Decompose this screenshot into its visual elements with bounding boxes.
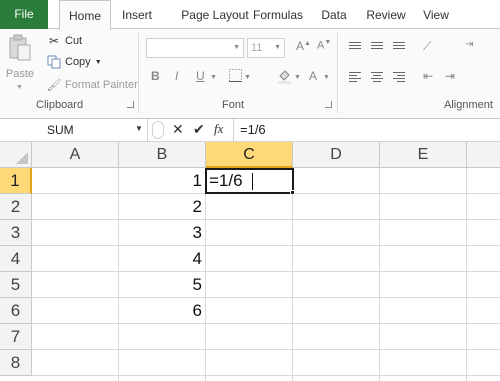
copy-label: Copy	[65, 56, 91, 68]
font-family-select[interactable]: ▼	[146, 38, 244, 58]
wrap-text-icon[interactable]: ⇥	[465, 39, 473, 50]
gridline	[32, 375, 500, 376]
increase-font-icon[interactable]: A▲	[296, 39, 311, 53]
cancel-icon[interactable]: ✕	[172, 121, 184, 138]
chevron-down-icon: ▼	[233, 44, 240, 51]
tab-formulas[interactable]: Formulas	[248, 0, 308, 29]
tab-view[interactable]: View	[418, 0, 454, 29]
decrease-font-icon[interactable]: A▼	[317, 39, 331, 52]
fill-color-icon[interactable]	[277, 69, 292, 87]
orientation-icon[interactable]: ⟋	[423, 39, 431, 54]
gridline	[32, 271, 500, 272]
column-header-e[interactable]: E	[380, 142, 467, 168]
insert-function-icon[interactable]: fx	[214, 121, 223, 137]
ribbon-tab-bar: File Home Insert Page Layout Formulas Da…	[0, 0, 500, 30]
chevron-down-icon[interactable]: ▼	[323, 74, 330, 81]
font-color-icon[interactable]: A	[309, 69, 317, 83]
paste-icon	[9, 34, 31, 61]
row-header-3[interactable]: 3	[0, 220, 32, 246]
row-header-7[interactable]: 7	[0, 324, 32, 350]
paintbrush-icon: 🖌	[46, 78, 62, 92]
fill-handle[interactable]	[290, 190, 295, 195]
column-header-b[interactable]: B	[119, 142, 206, 168]
column-header-d[interactable]: D	[293, 142, 380, 168]
column-header-f[interactable]	[467, 142, 500, 168]
text-cursor	[252, 173, 253, 190]
worksheet-grid[interactable]: A B C D E 1 2 3 4 5 6 7 8 1 2 3 4 5 6 =1…	[0, 142, 500, 381]
decrease-indent-icon[interactable]: ⇤	[423, 69, 433, 83]
paste-label: Paste	[5, 68, 35, 80]
row-header-1[interactable]: 1	[0, 168, 32, 194]
gridline	[32, 349, 500, 350]
alignment-group-label: Alignment	[444, 99, 493, 111]
name-box-value: SUM	[47, 123, 74, 137]
chevron-down-icon[interactable]: ▼	[210, 74, 217, 81]
name-box[interactable]: SUM ▼	[0, 119, 148, 141]
scissors-icon: ✂	[48, 34, 60, 48]
tab-insert[interactable]: Insert	[115, 0, 159, 29]
cell-b4[interactable]: 4	[119, 246, 206, 272]
cut-label: Cut	[65, 35, 83, 47]
formula-bar: SUM ▼ ✕ ✔ fx =1/6	[0, 119, 500, 142]
clipboard-dialog-launcher[interactable]	[127, 101, 134, 108]
borders-icon[interactable]	[229, 69, 242, 85]
cell-b5[interactable]: 5	[119, 272, 206, 298]
format-painter-label: Format Painter	[65, 79, 138, 91]
chevron-down-icon: ▼	[274, 44, 281, 51]
gridline	[32, 245, 500, 246]
clipboard-group-label: Clipboard	[36, 99, 84, 111]
bold-icon[interactable]: B	[151, 69, 160, 83]
row-header-2[interactable]: 2	[0, 194, 32, 220]
active-cell-text: =1/6	[209, 171, 243, 190]
font-dialog-launcher[interactable]	[325, 101, 332, 108]
tab-review[interactable]: Review	[362, 0, 410, 29]
select-all-button[interactable]	[0, 142, 32, 168]
increase-indent-icon[interactable]: ⇥	[445, 69, 455, 83]
italic-icon[interactable]: I	[175, 69, 178, 83]
gridline	[32, 323, 500, 324]
chevron-down-icon: ▼	[16, 84, 23, 91]
column-header-a[interactable]: A	[32, 142, 119, 168]
copy-button[interactable]: Copy ▼	[46, 53, 102, 71]
cell-b2[interactable]: 2	[119, 194, 206, 220]
tab-file[interactable]: File	[0, 0, 48, 29]
cut-button[interactable]: ✂ Cut	[46, 32, 82, 50]
column-header-c[interactable]: C	[206, 142, 293, 168]
cell-b3[interactable]: 3	[119, 220, 206, 246]
row-header-8[interactable]: 8	[0, 350, 32, 376]
row-header-4[interactable]: 4	[0, 246, 32, 272]
row-header-6[interactable]: 6	[0, 298, 32, 324]
tab-data[interactable]: Data	[316, 0, 352, 29]
ribbon-home: Paste ▼ ✂ Cut Copy ▼ 🖌 Format Painter Cl…	[0, 29, 500, 119]
formula-input[interactable]: =1/6	[240, 122, 266, 137]
formula-bar-resize-handle[interactable]	[152, 121, 164, 139]
tab-home[interactable]: Home	[59, 0, 111, 30]
font-group-label: Font	[222, 99, 245, 111]
gridline	[32, 219, 500, 220]
copy-icon	[46, 54, 62, 70]
gridline	[32, 297, 500, 298]
group-divider	[138, 33, 139, 113]
cell-b1[interactable]: 1	[119, 168, 206, 194]
chevron-down-icon[interactable]: ▼	[294, 74, 301, 81]
formula-bar-divider	[233, 119, 234, 141]
font-size-value: 11	[251, 42, 263, 54]
enter-check-icon[interactable]: ✔	[193, 121, 205, 138]
format-painter-button[interactable]: 🖌 Format Painter	[46, 76, 138, 94]
chevron-down-icon: ▼	[94, 58, 102, 66]
cell-b6[interactable]: 6	[119, 298, 206, 324]
chevron-down-icon[interactable]: ▼	[244, 74, 251, 81]
chevron-down-icon: ▼	[135, 124, 143, 133]
row-header-5[interactable]: 5	[0, 272, 32, 298]
font-size-select[interactable]: 11 ▼	[247, 38, 285, 58]
group-divider	[337, 33, 338, 113]
active-cell-c1[interactable]: =1/6	[205, 168, 294, 194]
underline-icon[interactable]: U	[196, 69, 205, 83]
